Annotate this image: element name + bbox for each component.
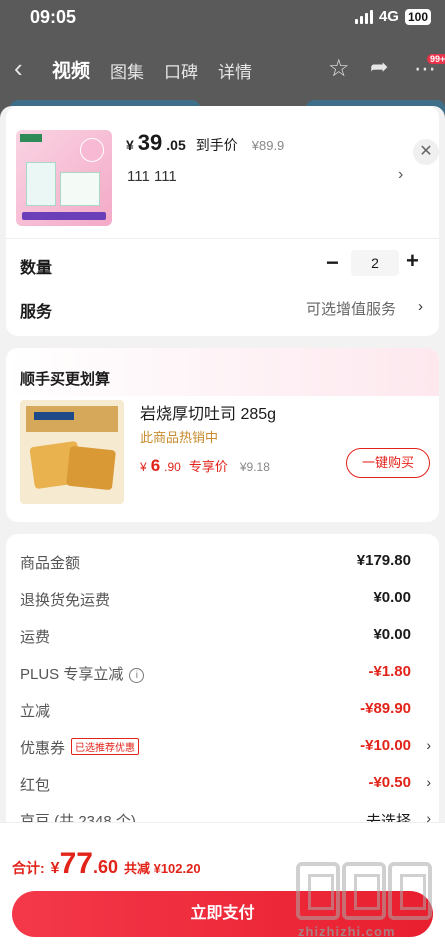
divider: [6, 238, 439, 239]
price-integer: 39: [137, 130, 163, 155]
info-icon[interactable]: i: [129, 668, 145, 683]
chevron-right-icon[interactable]: ›: [398, 166, 403, 184]
selected-spec[interactable]: 111 111: [127, 168, 177, 185]
addon-price: ¥ 6.90 专享价 ¥9.18: [140, 456, 270, 476]
summary-value: -¥10.00: [360, 737, 411, 754]
summary-row: 立减 -¥89.90: [20, 700, 425, 722]
status-indicators: 4G 100: [354, 8, 431, 25]
summary-label: 运费: [20, 629, 51, 646]
summary-label: 商品金额: [20, 555, 81, 572]
addon-price-integer: 6: [150, 456, 161, 475]
price-decimal: .05: [166, 137, 186, 153]
order-total: 合计: ¥ 77.60 共减 ¥102.20: [12, 847, 201, 881]
summary-value: -¥89.90: [360, 700, 411, 717]
product-nav-bar: ‹ 视频 图集 口碑 详情 ☆ ➦ ⋯ 99+: [0, 44, 445, 92]
price-currency: ¥: [126, 137, 134, 153]
coupon-row[interactable]: 优惠券 已选推荐优惠 -¥10.00 ›: [20, 737, 431, 759]
quantity-input[interactable]: 2: [351, 250, 399, 276]
addon-price-decimal: .90: [164, 460, 181, 474]
product-card: ¥ 39.05 到手价 ¥89.9 ✕ 111 111 › 数量 − 2 + 服…: [6, 106, 439, 336]
status-bar: 09:05 4G 100: [0, 0, 445, 34]
checkout-footer: 合计: ¥ 77.60 共减 ¥102.20 立即支付: [0, 822, 445, 950]
tab-video[interactable]: 视频: [52, 56, 90, 83]
share-icon[interactable]: ➦: [370, 54, 388, 80]
summary-value: ¥179.80: [356, 552, 411, 569]
tab-details[interactable]: 详情: [218, 58, 252, 83]
addon-card: 顺手买更划算 岩烧厚切吐司 285g 此商品热销中 ¥ 6.90 专享价 ¥9.…: [6, 348, 439, 522]
total-currency: ¥: [50, 860, 60, 877]
total-saved: 共减 ¥102.20: [123, 861, 201, 876]
back-icon[interactable]: ‹: [14, 53, 23, 84]
service-value[interactable]: 可选增值服务: [306, 298, 396, 319]
chevron-right-icon[interactable]: ›: [426, 737, 431, 753]
tab-reviews[interactable]: 口碑: [164, 58, 198, 83]
chevron-right-icon[interactable]: ›: [426, 774, 431, 790]
addon-title: 顺手买更划算: [20, 371, 111, 388]
summary-label: PLUS 专享立减: [20, 666, 124, 683]
pay-now-button[interactable]: 立即支付: [12, 891, 433, 937]
summary-label: 立减: [20, 703, 51, 720]
summary-value: ¥0.00: [373, 626, 411, 643]
quantity-label: 数量: [20, 260, 53, 277]
summary-label: 优惠券: [20, 740, 66, 757]
summary-value: -¥1.80: [368, 663, 411, 680]
coupon-tag: 已选推荐优惠: [71, 738, 140, 755]
summary-value: -¥0.50: [368, 774, 411, 791]
red-packet-row[interactable]: 红包 -¥0.50 ›: [20, 774, 431, 796]
addon-product-name[interactable]: 岩烧厚切吐司 285g: [140, 400, 276, 424]
total-integer: 77: [59, 847, 93, 880]
signal-icon: [354, 9, 373, 24]
service-label: 服务: [20, 304, 53, 321]
one-click-buy-button[interactable]: 一键购买: [346, 448, 430, 478]
addon-product-image[interactable]: [20, 400, 124, 504]
addon-price-label: 专享价: [188, 459, 228, 474]
product-price: ¥ 39.05 到手价 ¥89.9: [126, 130, 284, 156]
summary-value: ¥0.00: [373, 589, 411, 606]
original-price: ¥89.9: [251, 138, 285, 153]
addon-hot-label: 此商品热销中: [140, 430, 219, 445]
price-label: 到手价: [195, 137, 238, 153]
total-decimal: .60: [92, 857, 118, 877]
summary-row: 退换货免运费 ¥0.00: [20, 589, 425, 611]
quantity-plus-button[interactable]: +: [406, 248, 419, 274]
chevron-right-icon[interactable]: ›: [418, 298, 423, 315]
summary-label-wrap: PLUS 专享立减 i: [20, 663, 145, 684]
summary-label: 退换货免运费: [20, 592, 111, 609]
status-time: 09:05: [30, 7, 77, 27]
quantity-minus-button[interactable]: −: [326, 250, 339, 276]
summary-label-wrap: 优惠券 已选推荐优惠: [20, 737, 140, 758]
summary-label: 红包: [20, 777, 51, 794]
close-icon[interactable]: ✕: [413, 139, 439, 165]
summary-row: PLUS 专享立减 i -¥1.80: [20, 663, 425, 685]
message-count-badge: 99+: [427, 54, 445, 64]
nav-tabs: 视频 图集 口碑 详情: [52, 58, 252, 83]
total-label: 合计:: [12, 860, 45, 876]
network-label: 4G: [378, 8, 399, 25]
addon-price-currency: ¥: [140, 460, 147, 474]
product-image: [16, 130, 112, 226]
tab-gallery[interactable]: 图集: [110, 58, 144, 83]
battery-icon: 100: [404, 8, 431, 25]
summary-row: 商品金额 ¥179.80: [20, 552, 425, 574]
favorite-star-icon[interactable]: ☆: [328, 54, 350, 83]
addon-original-price: ¥9.18: [239, 460, 270, 474]
summary-row: 运费 ¥0.00: [20, 626, 425, 648]
